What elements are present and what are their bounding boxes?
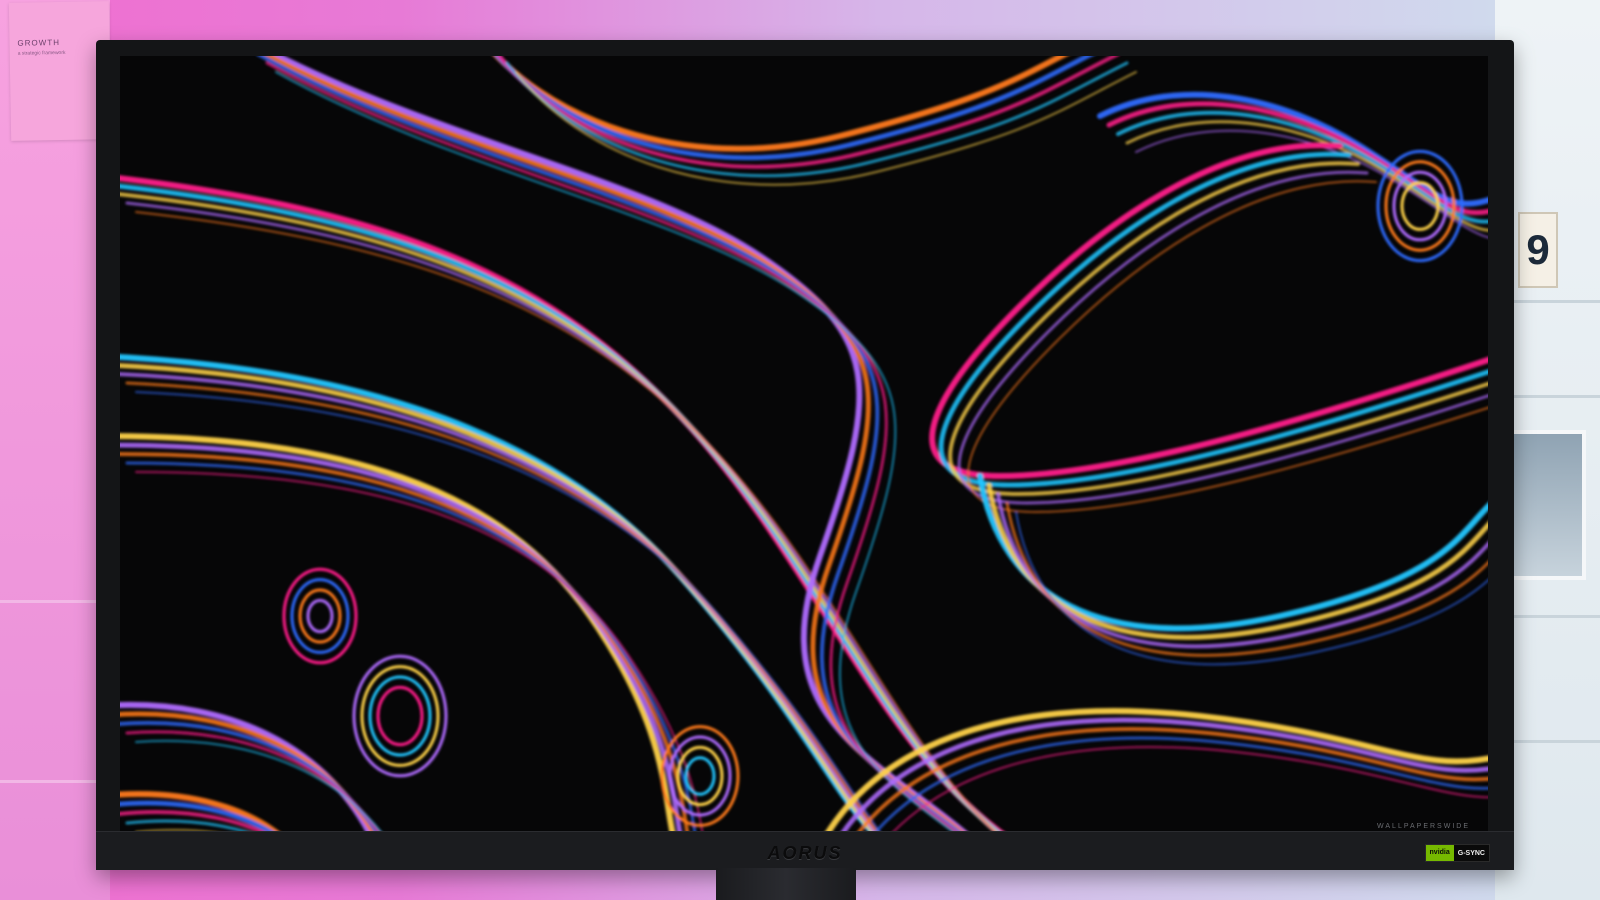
monitor: WALLPAPERSWIDE AORUS nvidia G-SYNC (96, 40, 1514, 870)
nvidia-label: nvidia (1425, 845, 1454, 861)
wallpaper-art (120, 56, 1488, 832)
gsync-badge: nvidia G-SYNC (1424, 844, 1490, 862)
wallpaper-watermark: WALLPAPERSWIDE (1377, 823, 1470, 830)
shelf-picture-frame (1506, 430, 1586, 580)
gsync-label: G-SYNC (1457, 849, 1485, 857)
drawer-edge (0, 600, 98, 603)
note-title: GROWTH (17, 37, 61, 48)
monitor-screen (120, 56, 1488, 832)
wall-left: GROWTH a strategic framework (0, 0, 112, 900)
brand-logo: AORUS (767, 843, 843, 863)
monitor-bezel-bottom: AORUS nvidia G-SYNC (96, 831, 1514, 870)
note-text: a strategic framework (17, 49, 66, 57)
drawer-edge (0, 780, 98, 783)
shelf-digit-block: 9 (1518, 212, 1558, 288)
monitor-stand (716, 868, 856, 900)
